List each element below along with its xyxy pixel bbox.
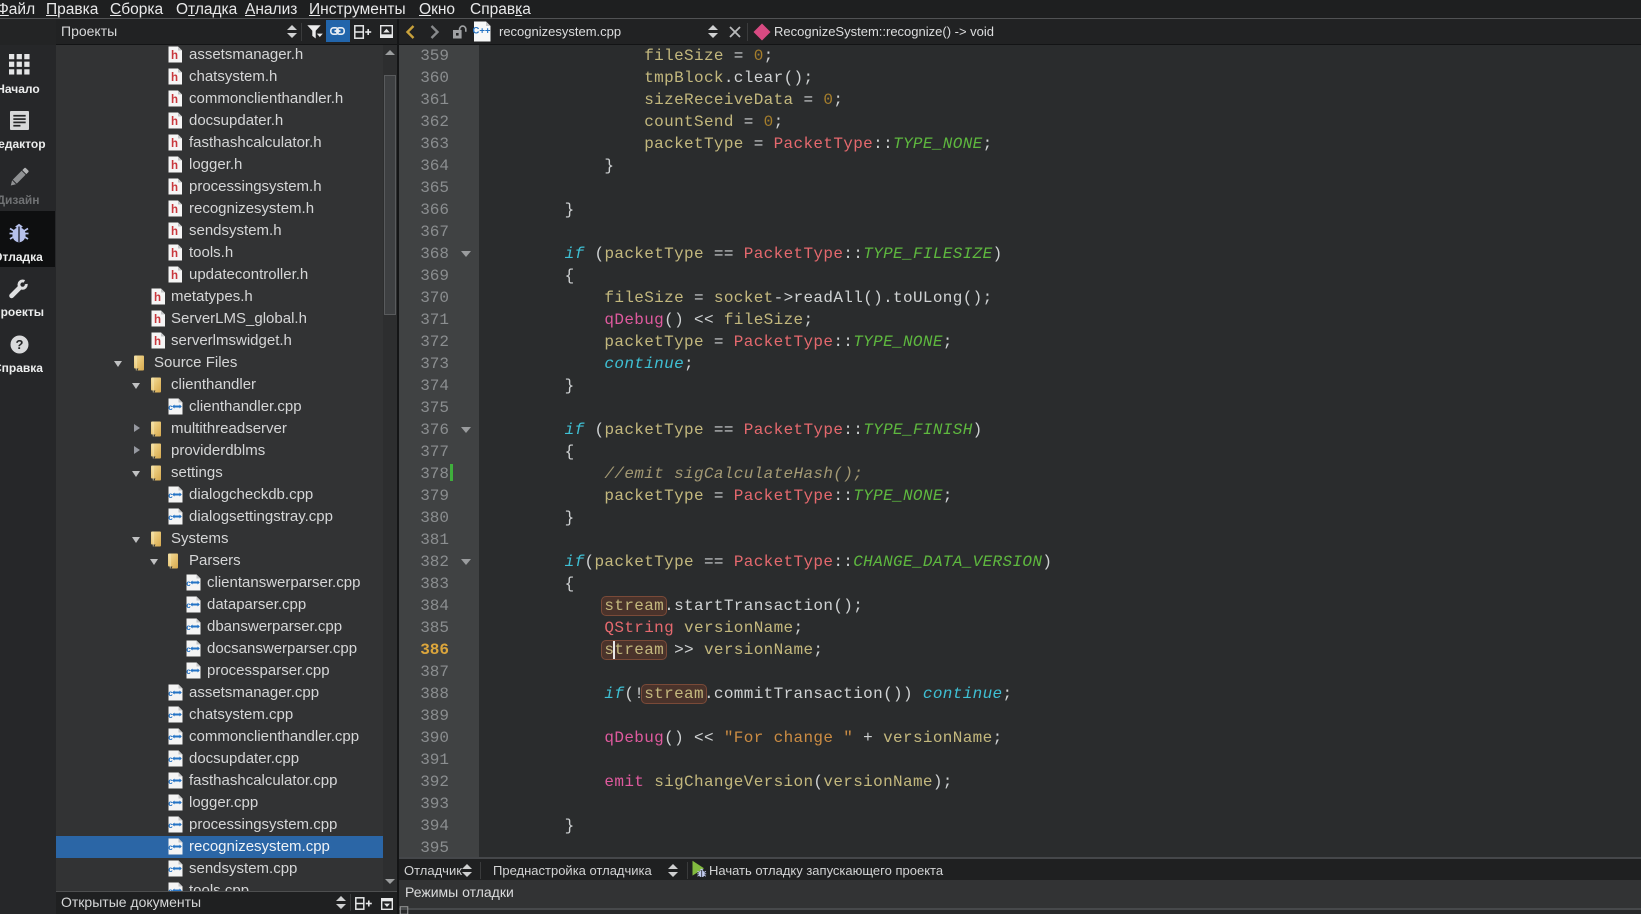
svg-text:C++: C++ [473, 26, 491, 37]
svg-text:h: h [171, 182, 178, 194]
svg-text:c: c [186, 623, 191, 632]
svg-text:h: h [171, 116, 178, 128]
svg-text:h: h [171, 160, 178, 172]
svg-text:c: c [168, 821, 173, 830]
svg-text:h: h [171, 204, 178, 216]
svg-text:c: c [168, 843, 173, 852]
svg-text:c: c [168, 733, 173, 742]
svg-text:c: c [168, 755, 173, 764]
svg-text:c: c [168, 777, 173, 786]
svg-text:h: h [171, 72, 178, 84]
svg-text:c: c [186, 579, 191, 588]
svg-text:h: h [171, 138, 178, 150]
svg-text:h: h [171, 270, 178, 282]
svg-text:h: h [171, 94, 178, 106]
svg-text:h: h [171, 50, 178, 62]
svg-text:c: c [168, 711, 173, 720]
svg-text:c: c [168, 865, 173, 874]
svg-text:?: ? [16, 337, 24, 352]
svg-text:h: h [171, 226, 178, 238]
svg-text:c: c [168, 689, 173, 698]
svg-text:c: c [168, 513, 173, 522]
svg-text:h: h [154, 314, 161, 326]
svg-text:h: h [171, 248, 178, 260]
svg-text:c: c [186, 645, 191, 654]
svg-text:c: c [168, 491, 173, 500]
svg-text:c: c [186, 667, 191, 676]
svg-text:c: c [168, 799, 173, 808]
svg-text:h: h [154, 336, 161, 348]
svg-text:h: h [154, 292, 161, 304]
svg-text:c: c [168, 403, 173, 412]
svg-text:c: c [186, 601, 191, 610]
